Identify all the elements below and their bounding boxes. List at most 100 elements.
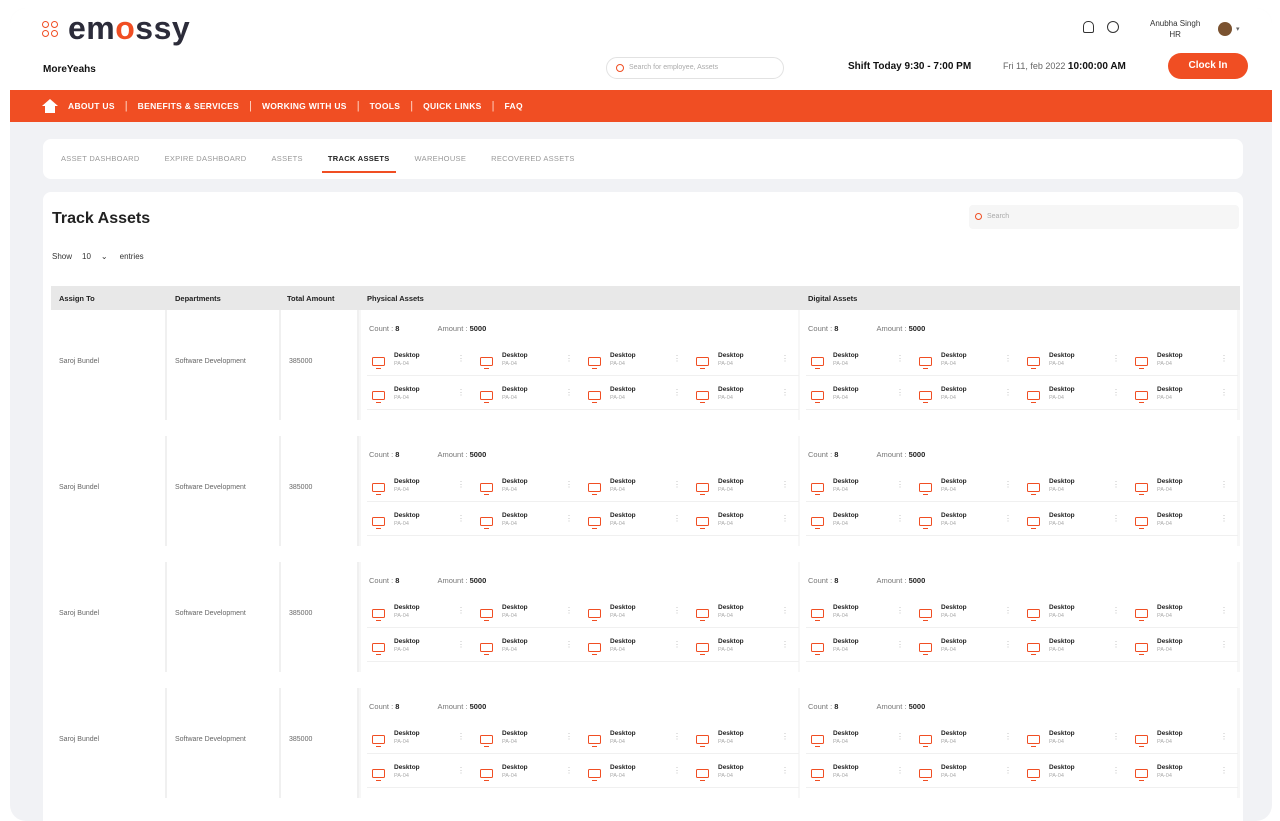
asset-item[interactable]: Desktop PA-04 ⋮ <box>914 632 1022 662</box>
more-options-icon[interactable]: ⋮ <box>565 480 573 489</box>
more-options-icon[interactable]: ⋮ <box>457 354 465 363</box>
more-options-icon[interactable]: ⋮ <box>1112 480 1120 489</box>
more-options-icon[interactable]: ⋮ <box>781 606 789 615</box>
asset-item[interactable]: Desktop PA-04 ⋮ <box>367 472 475 502</box>
more-options-icon[interactable]: ⋮ <box>673 766 681 775</box>
more-options-icon[interactable]: ⋮ <box>1220 480 1228 489</box>
asset-item[interactable]: Desktop PA-04 ⋮ <box>1130 472 1238 502</box>
asset-item[interactable]: Desktop PA-04 ⋮ <box>691 472 799 502</box>
more-options-icon[interactable]: ⋮ <box>457 732 465 741</box>
asset-item[interactable]: Desktop PA-04 ⋮ <box>914 598 1022 628</box>
more-options-icon[interactable]: ⋮ <box>1004 514 1012 523</box>
asset-item[interactable]: Desktop PA-04 ⋮ <box>475 380 583 410</box>
asset-item[interactable]: Desktop PA-04 ⋮ <box>691 380 799 410</box>
asset-item[interactable]: Desktop PA-04 ⋮ <box>1022 598 1130 628</box>
asset-item[interactable]: Desktop PA-04 ⋮ <box>367 724 475 754</box>
asset-item[interactable]: Desktop PA-04 ⋮ <box>475 632 583 662</box>
nav-tools[interactable]: TOOLS <box>370 101 401 111</box>
more-options-icon[interactable]: ⋮ <box>1220 606 1228 615</box>
more-options-icon[interactable]: ⋮ <box>1220 766 1228 775</box>
more-options-icon[interactable]: ⋮ <box>1004 606 1012 615</box>
settings-icon[interactable] <box>1107 21 1119 33</box>
more-options-icon[interactable]: ⋮ <box>1112 766 1120 775</box>
home-icon[interactable] <box>42 99 58 113</box>
asset-item[interactable]: Desktop PA-04 ⋮ <box>806 758 914 788</box>
asset-item[interactable]: Desktop PA-04 ⋮ <box>1130 724 1238 754</box>
asset-item[interactable]: Desktop PA-04 ⋮ <box>914 472 1022 502</box>
more-options-icon[interactable]: ⋮ <box>1112 354 1120 363</box>
asset-item[interactable]: Desktop PA-04 ⋮ <box>1022 346 1130 376</box>
header-departments[interactable]: Departments <box>175 294 221 303</box>
nav-about-us[interactable]: ABOUT US <box>68 101 115 111</box>
more-options-icon[interactable]: ⋮ <box>896 640 904 649</box>
asset-item[interactable]: Desktop PA-04 ⋮ <box>583 632 691 662</box>
more-options-icon[interactable]: ⋮ <box>896 766 904 775</box>
asset-item[interactable]: Desktop PA-04 ⋮ <box>1130 598 1238 628</box>
asset-item[interactable]: Desktop PA-04 ⋮ <box>367 758 475 788</box>
more-options-icon[interactable]: ⋮ <box>457 480 465 489</box>
more-options-icon[interactable]: ⋮ <box>896 606 904 615</box>
more-options-icon[interactable]: ⋮ <box>565 354 573 363</box>
asset-item[interactable]: Desktop PA-04 ⋮ <box>1022 506 1130 536</box>
more-options-icon[interactable]: ⋮ <box>565 766 573 775</box>
asset-item[interactable]: Desktop PA-04 ⋮ <box>1130 346 1238 376</box>
more-options-icon[interactable]: ⋮ <box>1220 354 1228 363</box>
clock-in-button[interactable]: Clock In <box>1168 53 1248 79</box>
asset-item[interactable]: Desktop PA-04 ⋮ <box>691 724 799 754</box>
table-search-input[interactable]: Search <box>969 205 1239 229</box>
asset-item[interactable]: Desktop PA-04 ⋮ <box>1022 632 1130 662</box>
more-options-icon[interactable]: ⋮ <box>457 640 465 649</box>
asset-item[interactable]: Desktop PA-04 ⋮ <box>1130 506 1238 536</box>
more-options-icon[interactable]: ⋮ <box>896 388 904 397</box>
nav-working-with-us[interactable]: WORKING WITH US <box>262 101 347 111</box>
more-options-icon[interactable]: ⋮ <box>896 732 904 741</box>
more-options-icon[interactable]: ⋮ <box>781 354 789 363</box>
more-options-icon[interactable]: ⋮ <box>781 732 789 741</box>
asset-item[interactable]: Desktop PA-04 ⋮ <box>583 506 691 536</box>
asset-item[interactable]: Desktop PA-04 ⋮ <box>806 724 914 754</box>
more-options-icon[interactable]: ⋮ <box>673 354 681 363</box>
employee-search-input[interactable]: Search for employee, Assets <box>606 57 784 79</box>
asset-item[interactable]: Desktop PA-04 ⋮ <box>1022 758 1130 788</box>
more-options-icon[interactable]: ⋮ <box>1004 354 1012 363</box>
more-options-icon[interactable]: ⋮ <box>673 388 681 397</box>
more-options-icon[interactable]: ⋮ <box>565 514 573 523</box>
asset-item[interactable]: Desktop PA-04 ⋮ <box>583 380 691 410</box>
asset-item[interactable]: Desktop PA-04 ⋮ <box>1022 724 1130 754</box>
asset-item[interactable]: Desktop PA-04 ⋮ <box>367 632 475 662</box>
asset-item[interactable]: Desktop PA-04 ⋮ <box>583 758 691 788</box>
user-menu[interactable]: Anubha Singh HR <box>1150 18 1200 40</box>
asset-item[interactable]: Desktop PA-04 ⋮ <box>914 758 1022 788</box>
more-options-icon[interactable]: ⋮ <box>565 388 573 397</box>
header-digital-assets[interactable]: Digital Assets <box>808 294 857 303</box>
more-options-icon[interactable]: ⋮ <box>1112 606 1120 615</box>
asset-item[interactable]: Desktop PA-04 ⋮ <box>475 758 583 788</box>
asset-item[interactable]: Desktop PA-04 ⋮ <box>367 506 475 536</box>
asset-item[interactable]: Desktop PA-04 ⋮ <box>1130 380 1238 410</box>
asset-item[interactable]: Desktop PA-04 ⋮ <box>583 346 691 376</box>
tab-warehouse[interactable]: WAREHOUSE <box>415 139 467 179</box>
more-options-icon[interactable]: ⋮ <box>1004 388 1012 397</box>
asset-item[interactable]: Desktop PA-04 ⋮ <box>1130 632 1238 662</box>
more-options-icon[interactable]: ⋮ <box>565 606 573 615</box>
asset-item[interactable]: Desktop PA-04 ⋮ <box>914 724 1022 754</box>
asset-item[interactable]: Desktop PA-04 ⋮ <box>475 506 583 536</box>
tab-recovered-assets[interactable]: RECOVERED ASSETS <box>491 139 575 179</box>
asset-item[interactable]: Desktop PA-04 ⋮ <box>1022 472 1130 502</box>
more-options-icon[interactable]: ⋮ <box>1220 732 1228 741</box>
asset-item[interactable]: Desktop PA-04 ⋮ <box>475 346 583 376</box>
more-options-icon[interactable]: ⋮ <box>896 514 904 523</box>
more-options-icon[interactable]: ⋮ <box>781 388 789 397</box>
chevron-down-icon[interactable]: ▾ <box>1236 25 1240 33</box>
asset-item[interactable]: Desktop PA-04 ⋮ <box>367 346 475 376</box>
more-options-icon[interactable]: ⋮ <box>673 732 681 741</box>
asset-item[interactable]: Desktop PA-04 ⋮ <box>1130 758 1238 788</box>
more-options-icon[interactable]: ⋮ <box>781 640 789 649</box>
more-options-icon[interactable]: ⋮ <box>781 480 789 489</box>
asset-item[interactable]: Desktop PA-04 ⋮ <box>691 506 799 536</box>
more-options-icon[interactable]: ⋮ <box>457 606 465 615</box>
asset-item[interactable]: Desktop PA-04 ⋮ <box>806 380 914 410</box>
more-options-icon[interactable]: ⋮ <box>781 514 789 523</box>
asset-item[interactable]: Desktop PA-04 ⋮ <box>1022 380 1130 410</box>
more-options-icon[interactable]: ⋮ <box>1112 388 1120 397</box>
